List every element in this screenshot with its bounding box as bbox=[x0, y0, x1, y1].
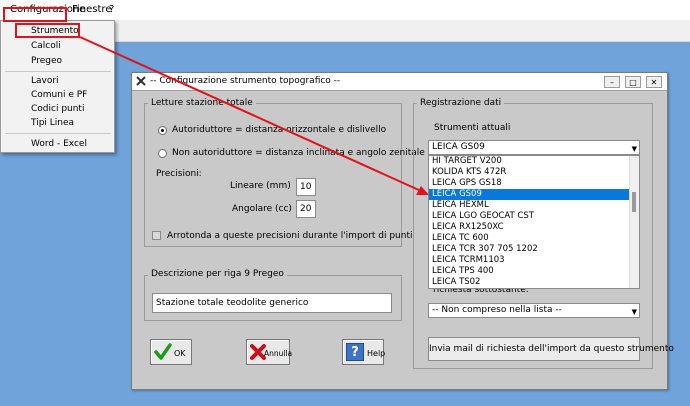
list-item[interactable]: LEICA TCRM1103 bbox=[429, 255, 629, 266]
list-scrollbar[interactable] bbox=[629, 156, 639, 288]
radio-non-autoriduttore[interactable] bbox=[158, 149, 167, 158]
menu-item-codici-punti[interactable]: Codici punti bbox=[31, 104, 84, 114]
menu-item-tipi-linea[interactable]: Tipi Linea bbox=[31, 118, 74, 128]
descrizione-input[interactable]: Stazione totale teodolite generico bbox=[152, 293, 392, 313]
list-item[interactable]: LEICA RX1250XC bbox=[429, 222, 629, 233]
strumenti-label: Strumenti attuali bbox=[434, 123, 511, 133]
menu-item-word-excel[interactable]: Word - Excel bbox=[31, 139, 87, 149]
list-item[interactable]: KOLIDA KTS 472R bbox=[429, 167, 629, 178]
lineare-label: Lineare (mm) bbox=[230, 181, 291, 191]
non-compreso-value: -- Non compreso nella lista -- bbox=[432, 305, 562, 315]
menu-separator bbox=[5, 71, 111, 72]
dialog-title: -- Configurazione strumento topografico … bbox=[150, 76, 341, 86]
ok-label: OK bbox=[174, 349, 186, 358]
strumenti-selected-value: LEICA GS09 bbox=[432, 142, 485, 152]
list-item[interactable]: LEICA LGO GEOCAT CST bbox=[429, 211, 629, 222]
list-item[interactable]: LEICA GPS GS18 bbox=[429, 178, 629, 189]
app-icon bbox=[136, 76, 146, 86]
non-compreso-select[interactable]: -- Non compreso nella lista -- ▼ bbox=[428, 303, 640, 318]
list-item[interactable]: LEICA HEXML bbox=[429, 200, 629, 211]
dialog-titlebar[interactable]: -- Configurazione strumento topografico … bbox=[132, 73, 667, 91]
list-item[interactable]: HI TARGET V200 bbox=[429, 156, 629, 167]
menubar: Configurazione Finestre ? bbox=[0, 0, 690, 20]
radio-autoriduttore-label[interactable]: Autoriduttore = distanza orizzontale e d… bbox=[172, 125, 386, 135]
arrotonda-checkbox[interactable] bbox=[152, 231, 161, 240]
radio-non-autoriduttore-label[interactable]: Non autoriduttore = distanza inclinata e… bbox=[172, 148, 425, 158]
menu-help[interactable]: ? bbox=[109, 4, 114, 15]
chevron-down-icon: ▼ bbox=[631, 308, 637, 316]
question-icon: ? bbox=[346, 343, 364, 361]
menu-finestre[interactable]: Finestre bbox=[72, 4, 111, 15]
highlight-strumento bbox=[15, 23, 80, 38]
configurazione-menu: Strumento Calcoli Pregeo Lavori Comuni e… bbox=[0, 20, 115, 153]
menu-separator bbox=[5, 133, 111, 134]
arrotonda-label[interactable]: Arrotonda a queste precisioni durante l'… bbox=[167, 231, 412, 241]
annulla-button[interactable]: Annulla bbox=[246, 339, 293, 365]
lineare-input[interactable]: 10 bbox=[296, 178, 316, 196]
scrollbar-thumb[interactable] bbox=[632, 192, 636, 212]
menu-item-comuni[interactable]: Comuni e PF bbox=[31, 90, 87, 100]
list-item-selected[interactable]: LEICA GS09 bbox=[429, 189, 629, 200]
help-button[interactable]: ? Help bbox=[342, 339, 386, 365]
registrazione-legend: Registrazione dati bbox=[417, 98, 505, 108]
strumenti-dropdown-list: HI TARGET V200 KOLIDA KTS 472R LEICA GPS G… bbox=[428, 155, 640, 289]
precisioni-label: Precisioni: bbox=[156, 169, 202, 179]
list-item[interactable]: LEICA TPS 400 bbox=[429, 266, 629, 277]
letture-legend: Letture stazione totale bbox=[148, 98, 256, 108]
chevron-down-icon: ▼ bbox=[631, 145, 637, 153]
descrizione-legend: Descrizione per riga 9 Pregeo bbox=[148, 269, 287, 279]
close-icon[interactable]: ✕ bbox=[646, 76, 662, 88]
list-item[interactable]: LEICA TC 600 bbox=[429, 233, 629, 244]
checkmark-icon bbox=[154, 343, 172, 361]
radio-autoriduttore[interactable] bbox=[158, 126, 167, 135]
help-label: Help bbox=[367, 349, 386, 358]
angolare-label: Angolare (cc) bbox=[232, 204, 292, 214]
angolare-input[interactable]: 20 bbox=[296, 200, 316, 218]
config-dialog: -- Configurazione strumento topografico … bbox=[131, 72, 674, 390]
highlight-configurazione bbox=[3, 7, 67, 22]
ok-button[interactable]: OK bbox=[150, 339, 192, 365]
annulla-label: Annulla bbox=[264, 349, 293, 358]
menu-item-lavori[interactable]: Lavori bbox=[31, 76, 59, 86]
list-item[interactable]: LEICA TS02 bbox=[429, 277, 629, 288]
minimize-icon[interactable]: – bbox=[604, 76, 620, 88]
menu-item-calcoli[interactable]: Calcoli bbox=[31, 41, 61, 51]
list-item[interactable]: LEICA TCR 307 705 1202 bbox=[429, 244, 629, 255]
invia-mail-button[interactable]: Invia mail di richiesta dell'import da q… bbox=[428, 337, 674, 361]
menu-item-pregeo[interactable]: Pregeo bbox=[31, 56, 62, 66]
maximize-icon[interactable]: □ bbox=[625, 76, 641, 88]
strumenti-select[interactable]: LEICA GS09 ▼ bbox=[428, 140, 640, 155]
